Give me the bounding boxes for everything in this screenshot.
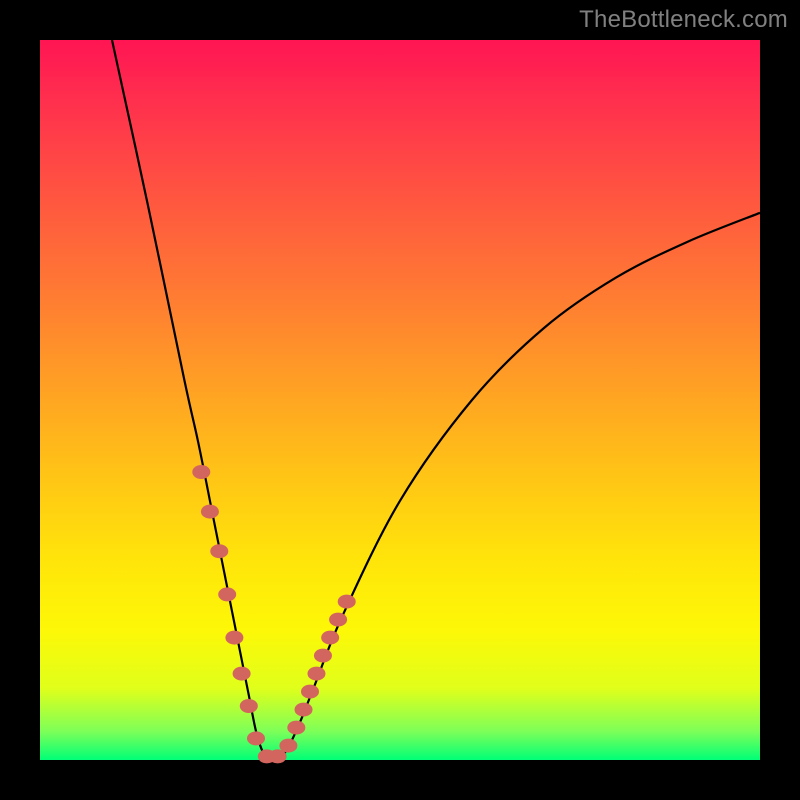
marker-point xyxy=(321,631,339,645)
marker-point xyxy=(218,587,236,601)
marker-point xyxy=(329,613,347,627)
marker-point xyxy=(307,667,325,681)
marker-point xyxy=(225,631,243,645)
marker-point xyxy=(201,505,219,519)
marker-group xyxy=(192,465,355,763)
marker-point xyxy=(301,685,319,699)
marker-point xyxy=(192,465,210,479)
marker-point xyxy=(295,703,313,717)
chart-container: TheBottleneck.com xyxy=(0,0,800,800)
curve-layer xyxy=(40,40,760,760)
watermark-label: TheBottleneck.com xyxy=(579,6,788,34)
bottleneck-curve xyxy=(112,40,760,760)
marker-point xyxy=(210,544,228,558)
marker-point xyxy=(247,731,265,745)
marker-point xyxy=(287,721,305,735)
marker-point xyxy=(233,667,251,681)
marker-point xyxy=(314,649,332,663)
plot-area xyxy=(40,40,760,760)
marker-point xyxy=(338,595,356,609)
marker-point xyxy=(240,699,258,713)
marker-point xyxy=(279,739,297,753)
